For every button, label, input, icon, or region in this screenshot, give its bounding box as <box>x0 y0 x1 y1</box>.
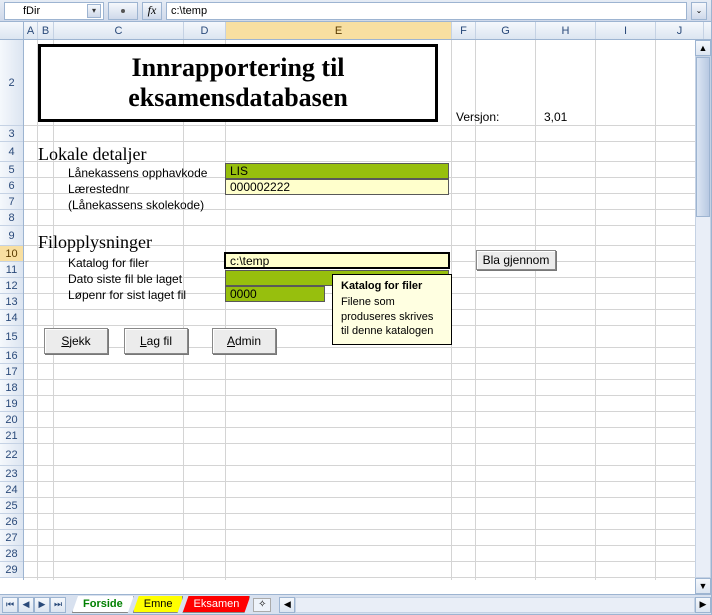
add-sheet-icon[interactable]: ✧ <box>253 598 271 612</box>
bla-gjennom-button[interactable]: Bla gjennom <box>476 250 556 270</box>
fx-label: fx <box>148 3 157 18</box>
row-header-17[interactable]: 17 <box>0 364 23 380</box>
row-header-29[interactable]: 29 <box>0 562 23 578</box>
row-header-25[interactable]: 25 <box>0 498 23 514</box>
laerestednr-label: Lærestednr <box>68 182 129 196</box>
row-header-11[interactable]: 11 <box>0 262 23 278</box>
row-header-23[interactable]: 23 <box>0 466 23 482</box>
opphavkode-field[interactable]: LIS <box>225 163 449 179</box>
tab-first-icon[interactable]: ⏮ <box>2 597 18 613</box>
formula-bar: fDir fx c:\temp ⌄ <box>0 0 711 22</box>
section-fil-heading: Filopplysninger <box>38 232 152 253</box>
column-headers: A B C D E F G H I J <box>0 22 711 40</box>
tab-last-icon[interactable]: ⏭ <box>50 597 66 613</box>
col-header-F[interactable]: F <box>452 22 476 39</box>
row-header-22[interactable]: 22 <box>0 444 23 466</box>
katalog-tooltip: Katalog for filer Filene som produseres … <box>332 274 452 345</box>
col-header-C[interactable]: C <box>54 22 184 39</box>
dot-icon <box>121 9 125 13</box>
row-header-27[interactable]: 27 <box>0 530 23 546</box>
name-box-value: fDir <box>23 5 40 17</box>
col-header-G[interactable]: G <box>476 22 536 39</box>
report-title: Innrapportering til eksamensdatabasen <box>38 44 438 122</box>
vscroll-track[interactable] <box>695 56 711 578</box>
dato-label: Dato siste fil ble laget <box>68 272 182 286</box>
opphavkode-label: Lånekassens opphavkode <box>68 166 207 180</box>
tab-emne[interactable]: Emne <box>133 596 184 613</box>
scroll-left-icon[interactable]: ◀ <box>279 597 295 613</box>
sheet-content: Innrapportering til eksamensdatabasen Ve… <box>24 40 711 580</box>
fx-button[interactable]: fx <box>142 2 162 20</box>
row-header-9[interactable]: 9 <box>0 226 23 246</box>
version-label: Versjon: <box>456 110 499 124</box>
admin-button[interactable]: Admin <box>212 328 276 354</box>
row-header-5[interactable]: 5 <box>0 162 23 178</box>
vertical-scrollbar[interactable]: ▲ ▼ <box>695 40 711 594</box>
row-header-19[interactable]: 19 <box>0 396 23 412</box>
row-header-8[interactable]: 8 <box>0 210 23 226</box>
row-header-26[interactable]: 26 <box>0 514 23 530</box>
row-header-4[interactable]: 4 <box>0 142 23 162</box>
tab-forside[interactable]: Forside <box>72 596 134 613</box>
skolekode-label: (Lånekassens skolekode) <box>68 198 204 212</box>
section-lokale-heading: Lokale detaljer <box>38 144 146 165</box>
cells-area[interactable]: Innrapportering til eksamensdatabasen Ve… <box>24 40 711 580</box>
col-header-D[interactable]: D <box>184 22 226 39</box>
row-header-10[interactable]: 10 <box>0 246 23 262</box>
row-header-6[interactable]: 6 <box>0 178 23 194</box>
row-header-13[interactable]: 13 <box>0 294 23 310</box>
row-header-24[interactable]: 24 <box>0 482 23 498</box>
row-header-7[interactable]: 7 <box>0 194 23 210</box>
laerestednr-field[interactable]: 000002222 <box>225 179 449 195</box>
sjekk-button[interactable]: Sjekk <box>44 328 108 354</box>
formula-value: c:\temp <box>171 5 207 17</box>
tab-prev-icon[interactable]: ◀ <box>18 597 34 613</box>
version-value: 3,01 <box>544 110 567 124</box>
tab-nav: ⏮ ◀ ▶ ⏭ <box>0 597 68 613</box>
tab-next-icon[interactable]: ▶ <box>34 597 50 613</box>
col-header-B[interactable]: B <box>38 22 54 39</box>
formula-spacer <box>108 2 138 20</box>
tooltip-body: Filene som produseres skrives til denne … <box>341 295 443 338</box>
row-header-12[interactable]: 12 <box>0 278 23 294</box>
row-header-14[interactable]: 14 <box>0 310 23 326</box>
formula-expand-icon[interactable]: ⌄ <box>691 2 707 20</box>
row-header-18[interactable]: 18 <box>0 380 23 396</box>
tab-eksamen[interactable]: Eksamen <box>182 596 250 613</box>
col-header-I[interactable]: I <box>596 22 656 39</box>
sheet-tab-bar: ⏮ ◀ ▶ ⏭ Forside Emne Eksamen ✧ ◀ ▶ <box>0 594 711 614</box>
lag-fil-button[interactable]: Lag fil <box>124 328 188 354</box>
name-box-dropdown-icon[interactable] <box>87 4 101 18</box>
row-headers: 2345678910111213141516171819202122232425… <box>0 40 24 580</box>
tooltip-title: Katalog for filer <box>341 279 443 293</box>
hscroll-track[interactable] <box>295 597 695 613</box>
row-header-21[interactable]: 21 <box>0 428 23 444</box>
scroll-right-icon[interactable]: ▶ <box>695 597 711 613</box>
col-header-J[interactable]: J <box>656 22 704 39</box>
horizontal-scrollbar[interactable]: ◀ ▶ <box>279 597 711 613</box>
name-box[interactable]: fDir <box>4 2 104 20</box>
row-header-15[interactable]: 15 <box>0 326 23 348</box>
lopenr-label: Løpenr for sist laget fil <box>68 288 186 302</box>
row-header-3[interactable]: 3 <box>0 126 23 142</box>
row-header-2[interactable]: 2 <box>0 40 23 126</box>
scroll-down-icon[interactable]: ▼ <box>695 578 711 594</box>
katalog-field[interactable]: c:\temp <box>224 252 450 269</box>
select-all-corner[interactable] <box>0 22 24 39</box>
row-header-20[interactable]: 20 <box>0 412 23 428</box>
lopenr-field[interactable]: 0000 <box>225 286 325 302</box>
sheet-tabs: Forside Emne Eksamen <box>72 596 249 613</box>
formula-input[interactable]: c:\temp <box>166 2 687 20</box>
katalog-label: Katalog for filer <box>68 256 149 270</box>
col-header-H[interactable]: H <box>536 22 596 39</box>
row-header-16[interactable]: 16 <box>0 348 23 364</box>
col-header-E[interactable]: E <box>226 22 452 39</box>
row-header-28[interactable]: 28 <box>0 546 23 562</box>
col-header-A[interactable]: A <box>24 22 38 39</box>
scroll-up-icon[interactable]: ▲ <box>695 40 711 56</box>
vscroll-thumb[interactable] <box>696 57 710 217</box>
grid-area: 2345678910111213141516171819202122232425… <box>0 40 711 580</box>
